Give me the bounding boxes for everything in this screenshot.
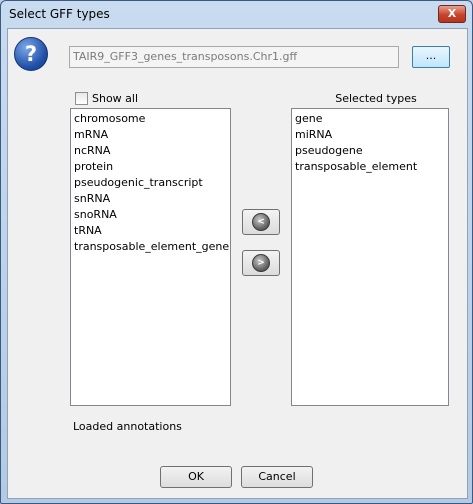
list-item[interactable]: transposable_element bbox=[292, 159, 448, 175]
list-item[interactable]: snRNA bbox=[71, 191, 230, 207]
available-types-list[interactable]: chromosome mRNA ncRNA protein pseudogeni… bbox=[70, 108, 231, 406]
browse-button[interactable]: ... bbox=[412, 46, 450, 68]
list-item[interactable]: miRNA bbox=[292, 127, 448, 143]
list-item[interactable]: snoRNA bbox=[71, 207, 230, 223]
arrow-left-icon: < bbox=[252, 213, 270, 231]
add-type-button[interactable]: > bbox=[242, 250, 280, 276]
list-item[interactable]: ncRNA bbox=[71, 143, 230, 159]
list-item[interactable]: gene bbox=[292, 111, 448, 127]
list-item[interactable]: tRNA bbox=[71, 223, 230, 239]
list-item[interactable]: transposable_element_gene bbox=[71, 239, 230, 255]
dialog-window: Select GFF types X ? TAIR9_GFF3_genes_tr… bbox=[0, 0, 473, 504]
list-item[interactable]: pseudogene bbox=[292, 143, 448, 159]
help-icon: ? bbox=[14, 37, 48, 71]
file-path-field[interactable]: TAIR9_GFF3_genes_transposons.Chr1.gff bbox=[69, 46, 399, 68]
arrow-right-icon: > bbox=[252, 254, 270, 272]
close-button[interactable]: X bbox=[438, 5, 466, 23]
list-item[interactable]: chromosome bbox=[71, 111, 230, 127]
title-bar: Select GFF types X bbox=[1, 1, 472, 27]
ok-button[interactable]: OK bbox=[160, 466, 232, 488]
close-icon: X bbox=[447, 7, 457, 20]
dialog-client-area: ? TAIR9_GFF3_genes_transposons.Chr1.gff … bbox=[7, 28, 468, 499]
selected-types-list[interactable]: gene miRNA pseudogene transposable_eleme… bbox=[291, 108, 449, 406]
selected-types-label: Selected types bbox=[335, 92, 417, 105]
list-item[interactable]: mRNA bbox=[71, 127, 230, 143]
list-item[interactable]: protein bbox=[71, 159, 230, 175]
loaded-annotations-label: Loaded annotations bbox=[73, 420, 182, 433]
show-all-label: Show all bbox=[92, 92, 139, 105]
window-title: Select GFF types bbox=[9, 7, 110, 21]
list-item[interactable]: pseudogenic_transcript bbox=[71, 175, 230, 191]
cancel-button[interactable]: Cancel bbox=[241, 466, 313, 488]
remove-type-button[interactable]: < bbox=[242, 209, 280, 235]
show-all-checkbox[interactable] bbox=[75, 92, 88, 105]
